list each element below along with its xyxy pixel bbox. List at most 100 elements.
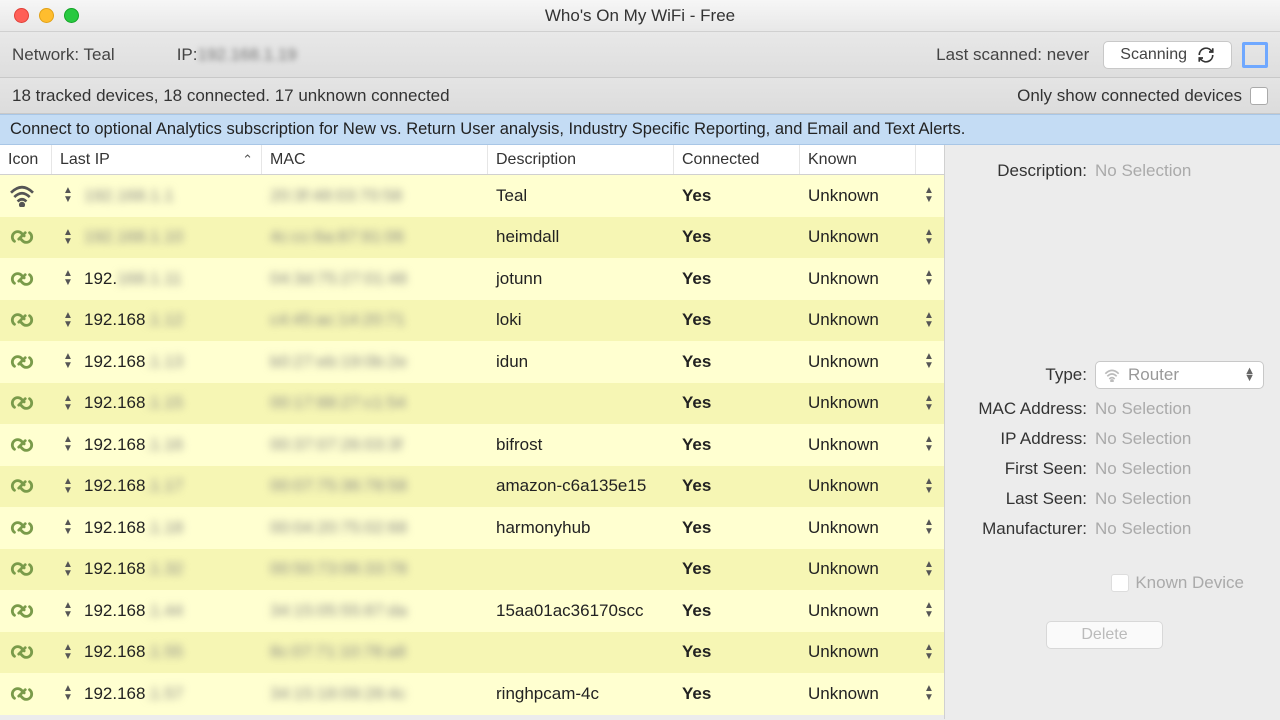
- stepper-icon[interactable]: ▲▼: [63, 270, 73, 287]
- stepper-icon[interactable]: ▲▼: [63, 519, 73, 536]
- description-cell: heimdall: [488, 217, 674, 259]
- known-stepper[interactable]: ▲▼: [916, 217, 944, 259]
- close-window-button[interactable]: [14, 8, 29, 23]
- table-row[interactable]: ▲▼192.168.1.104c:cc:6a:87:91:06heimdallY…: [0, 217, 944, 259]
- stepper-icon[interactable]: ▲▼: [63, 685, 73, 702]
- stepper-icon[interactable]: ▲▼: [63, 312, 73, 329]
- stepper-icon[interactable]: ▲▼: [924, 685, 934, 702]
- column-connected[interactable]: Connected: [674, 145, 800, 174]
- table-row[interactable]: ▲▼192.168.1.13b0:27:eb:19:0b:2eidunYesUn…: [0, 341, 944, 383]
- known-stepper[interactable]: ▲▼: [916, 258, 944, 300]
- known-stepper[interactable]: ▲▼: [916, 383, 944, 425]
- known-stepper[interactable]: ▲▼: [916, 673, 944, 715]
- stepper-icon[interactable]: ▲▼: [924, 644, 934, 661]
- stepper-icon[interactable]: ▲▼: [924, 478, 934, 495]
- last-seen-value: No Selection: [1095, 489, 1191, 509]
- stepper-icon[interactable]: ▲▼: [924, 312, 934, 329]
- toolbar-focus-indicator[interactable]: [1242, 42, 1268, 68]
- device-icon-cell: [0, 590, 52, 632]
- connected-cell: Yes: [674, 466, 800, 508]
- mac-cell: 00:37:07:26:03:3f: [262, 424, 488, 466]
- stepper-icon[interactable]: ▲▼: [63, 436, 73, 453]
- only-connected-checkbox[interactable]: [1250, 87, 1268, 105]
- known-stepper[interactable]: ▲▼: [916, 549, 944, 591]
- ip-cell: 192.168.1.16: [76, 424, 262, 466]
- stepper-icon[interactable]: ▲▼: [924, 270, 934, 287]
- column-mac[interactable]: MAC: [262, 145, 488, 174]
- stepper-icon[interactable]: ▲▼: [924, 436, 934, 453]
- stepper-icon[interactable]: ▲▼: [924, 602, 934, 619]
- table-row[interactable]: ▲▼192.168.1.3200:50:73:06:33:78YesUnknow…: [0, 549, 944, 591]
- wifi-icon: [1104, 368, 1120, 382]
- column-icon[interactable]: Icon: [0, 145, 52, 174]
- table-row[interactable]: ▲▼192.168.1.5734:15:18:09:28:4cringhpcam…: [0, 673, 944, 715]
- stepper-icon[interactable]: ▲▼: [63, 602, 73, 619]
- known-stepper[interactable]: ▲▼: [916, 590, 944, 632]
- manufacturer-value: No Selection: [1095, 519, 1191, 539]
- stepper-icon[interactable]: ▲▼: [924, 561, 934, 578]
- known-stepper[interactable]: ▲▼: [916, 175, 944, 217]
- known-stepper[interactable]: ▲▼: [916, 341, 944, 383]
- analytics-banner[interactable]: Connect to optional Analytics subscripti…: [0, 114, 1280, 145]
- device-icon-cell: [0, 217, 52, 259]
- ip-cell: 192.168.1.32: [76, 549, 262, 591]
- known-stepper[interactable]: ▲▼: [916, 507, 944, 549]
- stepper-icon[interactable]: ▲▼: [63, 644, 73, 661]
- device-icon-cell: [0, 632, 52, 674]
- known-cell: Unknown: [800, 549, 916, 591]
- known-stepper[interactable]: ▲▼: [916, 424, 944, 466]
- table-row[interactable]: ▲▼192.168.1.1700:07:75:36:78:58amazon-c6…: [0, 466, 944, 508]
- stepper-icon[interactable]: ▲▼: [924, 353, 934, 370]
- table-row[interactable]: ▲▼192.168.1.120:3f:48:03:70:58TealYesUnk…: [0, 175, 944, 217]
- zoom-window-button[interactable]: [64, 8, 79, 23]
- scan-button-label: Scanning: [1120, 46, 1187, 64]
- stepper-icon[interactable]: ▲▼: [63, 478, 73, 495]
- stepper-icon[interactable]: ▲▼: [63, 395, 73, 412]
- table-row[interactable]: ▲▼192.168.1.1600:37:07:26:03:3fbifrostYe…: [0, 424, 944, 466]
- column-description[interactable]: Description: [488, 145, 674, 174]
- description-cell: loki: [488, 300, 674, 342]
- titlebar: Who's On My WiFi - Free: [0, 0, 1280, 32]
- known-device-checkbox[interactable]: [1111, 574, 1129, 592]
- table-row[interactable]: ▲▼192.168.1.1800:04:20:75:02:68harmonyhu…: [0, 507, 944, 549]
- stepper-icon[interactable]: ▲▼: [63, 353, 73, 370]
- only-connected-label: Only show connected devices: [1017, 86, 1242, 106]
- minimize-window-button[interactable]: [39, 8, 54, 23]
- stepper-icon[interactable]: ▲▼: [63, 561, 73, 578]
- table-row[interactable]: ▲▼192.168.1.558c:07:71:10:78:a8YesUnknow…: [0, 632, 944, 674]
- detail-panel: Description: No Selection Type: Router ▲…: [945, 145, 1280, 719]
- column-known[interactable]: Known: [800, 145, 916, 174]
- stepper-icon[interactable]: ▲▼: [924, 229, 934, 246]
- known-stepper[interactable]: ▲▼: [916, 632, 944, 674]
- connected-cell: Yes: [674, 341, 800, 383]
- known-cell: Unknown: [800, 217, 916, 259]
- ip-value: 192.168.1.19: [197, 45, 296, 65]
- table-row[interactable]: ▲▼192.168.1.12c4:45:ac:14:20:71lokiYesUn…: [0, 300, 944, 342]
- known-device-label: Known Device: [1135, 573, 1244, 593]
- stepper-icon[interactable]: ▲▼: [924, 395, 934, 412]
- column-last-ip[interactable]: Last IP: [52, 145, 262, 174]
- description-cell: bifrost: [488, 424, 674, 466]
- table-row[interactable]: ▲▼192.168.1.1104:3d:75:27:01:48jotunnYes…: [0, 258, 944, 300]
- type-select[interactable]: Router ▲▼: [1095, 361, 1264, 389]
- ip-cell: 192.168.1.13: [76, 341, 262, 383]
- connected-cell: Yes: [674, 217, 800, 259]
- table-row[interactable]: ▲▼192.168.1.1500:17:88:27:c1:54YesUnknow…: [0, 383, 944, 425]
- description-cell: [488, 383, 674, 425]
- stepper-icon[interactable]: ▲▼: [924, 187, 934, 204]
- stepper-icon[interactable]: ▲▼: [63, 187, 73, 204]
- description-cell: Teal: [488, 175, 674, 217]
- known-stepper[interactable]: ▲▼: [916, 466, 944, 508]
- connected-cell: Yes: [674, 424, 800, 466]
- device-table: Icon Last IP MAC Description Connected K…: [0, 145, 945, 719]
- mac-cell: 00:17:88:27:c1:54: [262, 383, 488, 425]
- stepper-icon[interactable]: ▲▼: [924, 519, 934, 536]
- table-row[interactable]: ▲▼192.168.1.4434:15:05:55:87:da15aa01ac3…: [0, 590, 944, 632]
- scan-button[interactable]: Scanning: [1103, 41, 1232, 69]
- known-stepper[interactable]: ▲▼: [916, 300, 944, 342]
- delete-button[interactable]: Delete: [1046, 621, 1162, 649]
- device-icon-cell: [0, 507, 52, 549]
- stepper-icon[interactable]: ▲▼: [63, 229, 73, 246]
- known-cell: Unknown: [800, 466, 916, 508]
- known-cell: Unknown: [800, 632, 916, 674]
